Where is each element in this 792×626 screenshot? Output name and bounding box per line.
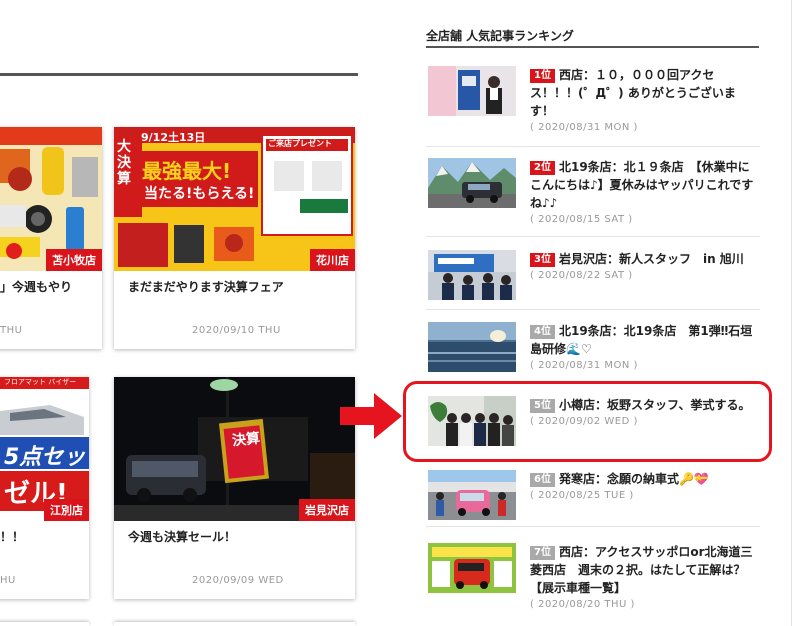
store-tag: 花川店	[310, 249, 355, 271]
banner-text: フロアマット バイザー	[4, 378, 77, 386]
article-thumbnail: 苫小牧店	[0, 127, 102, 271]
separator	[426, 146, 760, 147]
article-card-edge	[0, 622, 89, 626]
article-thumbnail: 9/12土13日 大決算 最強最大! 当たる!もらえる! ご来店プレゼント 花川…	[114, 127, 355, 271]
separator	[426, 236, 760, 237]
ranking-thumbnail	[428, 543, 516, 593]
ranking-item[interactable]: 6位 発寒店：念願の納車式🔑💝 ( 2020/08/25 TUE )	[426, 470, 760, 527]
rank-badge: 1位	[530, 69, 555, 83]
ranking-date: ( 2020/08/15 SAT )	[530, 214, 633, 225]
ranking-item[interactable]: 2位 北19条店：北１９条店 【休業中にこんにちは♪】夏休みはヤッパリこれですね♪…	[426, 158, 760, 237]
banner-text: 5点セット	[4, 445, 89, 470]
article-thumbnail: フロアマット バイザー 5点セット ゼル! 江別店	[0, 377, 89, 521]
ranking-date: ( 2020/08/20 THU )	[530, 599, 635, 610]
ranking-title[interactable]: 西店：アクセスサッポロor北海道三菱西店 週末の２択。はたして正解は？【展示車種…	[530, 545, 753, 595]
store-tag: 岩見沢店	[299, 499, 355, 521]
ranking-item[interactable]: 1位 西店：１０，０００回アクセス！！！(゜Д゜) ありがとうございます！ ( 2…	[426, 66, 760, 147]
rank-badge: 7位	[530, 546, 555, 560]
ranking-title[interactable]: 西店：１０，０００回アクセス！！！(゜Д゜) ありがとうございます！	[530, 68, 736, 118]
article-date: 2020/09/09 WED	[192, 575, 284, 586]
rank-badge: 2位	[530, 161, 555, 175]
ranking-thumbnail	[428, 158, 516, 208]
ranking-date: ( 2020/08/31 MON )	[530, 122, 638, 133]
ranking-date: ( 2020/08/31 MON )	[530, 360, 638, 371]
ranking-date: ( 2020/08/25 TUE )	[530, 490, 634, 501]
ranking-heading-rule	[426, 46, 759, 48]
ranking-thumbnail	[428, 322, 516, 372]
separator	[426, 526, 760, 527]
arrow-right-icon	[340, 393, 402, 439]
article-date: 2020/09/10 THU	[192, 325, 281, 336]
ranking-thumbnail	[428, 250, 516, 300]
banner-sub-text: 当たる!もらえる!	[144, 186, 255, 202]
article-date: THU	[0, 325, 23, 336]
article-title[interactable]: まだまだやります決算フェア	[128, 278, 284, 295]
banner-side-text: 大決算	[117, 139, 131, 187]
ranking-item[interactable]: 4位 北19条店：北19条店 第1弾‼石垣島研修🌊♡ ( 2020/08/31 M…	[426, 322, 760, 378]
store-tag: 江別店	[44, 499, 89, 521]
article-card[interactable]: フロアマット バイザー 5点セット ゼル! 江別店 ！！ HU	[0, 377, 89, 599]
ranking-title[interactable]: 北19条店：北１９条店 【休業中にこんにちは♪】夏休みはヤッパリこれですね♪♪	[530, 160, 753, 210]
banner-main-text: 最強最大!	[142, 159, 232, 183]
banner-present-text: ご来店プレゼント	[268, 139, 332, 148]
ranking-title[interactable]: 発寒店：念願の納車式🔑💝	[559, 472, 709, 486]
store-tag: 苫小牧店	[46, 249, 102, 271]
rank-badge: 3位	[530, 253, 555, 267]
highlight-box	[403, 381, 772, 462]
article-title[interactable]: ！！	[0, 528, 24, 545]
article-card[interactable]: 9/12土13日 大決算 最強最大! 当たる!もらえる! ご来店プレゼント 花川…	[114, 127, 355, 349]
banner-date: 9/12土13日	[141, 131, 206, 144]
article-title[interactable]: 今週も決算セール！	[128, 528, 236, 545]
ranking-item[interactable]: 3位 岩見沢店：新人スタッフ in 旭川 ( 2020/08/22 SAT )	[426, 250, 760, 310]
ranking-title[interactable]: 北19条店：北19条店 第1弾‼石垣島研修🌊♡	[530, 324, 752, 356]
article-date: HU	[0, 575, 16, 586]
ranking-item[interactable]: 7位 西店：アクセスサッポロor北海道三菱西店 週末の２択。はたして正解は？【展示…	[426, 543, 760, 619]
rank-badge: 4位	[530, 325, 555, 339]
article-title[interactable]: 」今週もやり	[0, 278, 72, 295]
article-thumbnail: 決算 岩見沢店	[114, 377, 355, 521]
ranking-thumbnail	[428, 470, 516, 520]
sign-text: 決算	[231, 430, 261, 450]
article-card[interactable]: 苫小牧店 」今週もやり THU	[0, 127, 102, 349]
ranking-heading: 全店舗 人気記事ランキング	[426, 29, 574, 43]
ranking-title[interactable]: 岩見沢店：新人スタッフ in 旭川	[559, 252, 744, 266]
ranking-date: ( 2020/08/22 SAT )	[530, 270, 633, 281]
article-card-edge	[114, 622, 355, 626]
ranking-thumbnail	[428, 66, 516, 116]
separator	[426, 309, 760, 310]
article-card[interactable]: 決算 岩見沢店 今週も決算セール！ 2020/09/09 WED	[114, 377, 355, 599]
main-section-divider	[0, 73, 358, 76]
rank-badge: 6位	[530, 473, 555, 487]
